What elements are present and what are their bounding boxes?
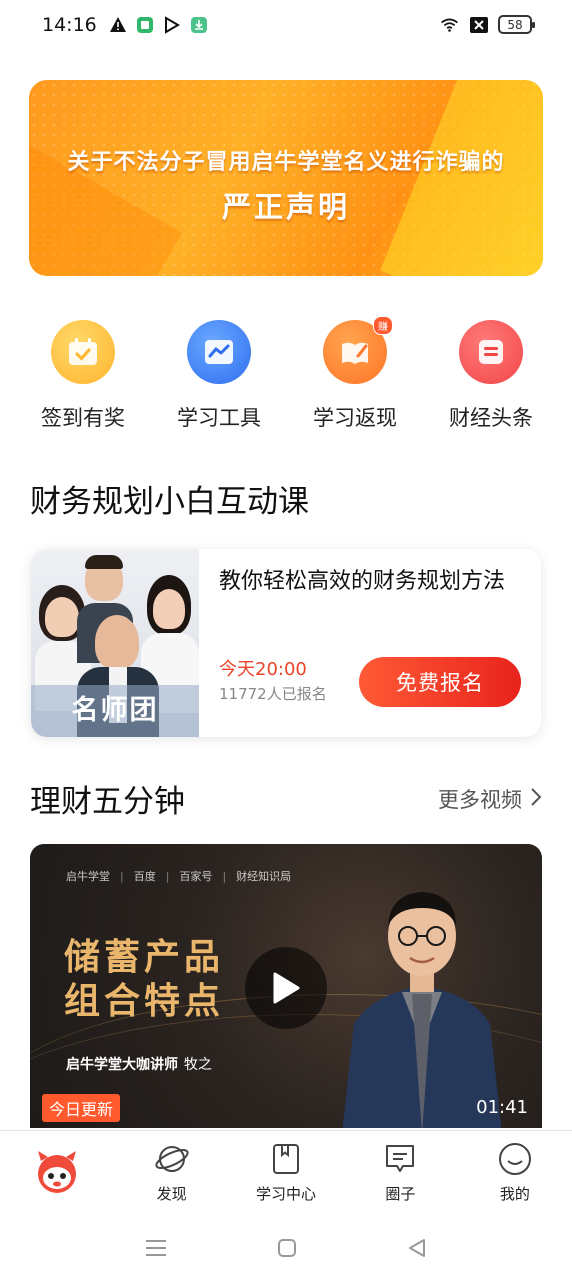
mascot-icon <box>38 1151 77 1193</box>
video-headline-line: 储蓄产品 <box>64 937 225 978</box>
news-icon <box>459 320 523 384</box>
tab-label: 学习中心 <box>256 1185 317 1203</box>
battery-level: 58 <box>507 17 523 32</box>
quick-link-label: 学习返现 <box>313 406 397 430</box>
tab-label: 我的 <box>499 1185 530 1203</box>
play-store-icon <box>162 15 181 34</box>
video-headline: 储蓄产品 组合特点 <box>64 936 224 1024</box>
tab-label: 发现 <box>156 1185 187 1203</box>
more-videos-label: 更多视频 <box>438 788 522 812</box>
smile-icon <box>498 1143 531 1175</box>
quick-links: 签到有奖 学习工具 赚 学习返现 财经头条 <box>17 316 557 432</box>
video-speaker: 牧之 <box>184 1057 212 1073</box>
course-time: 今天20:00 <box>219 659 307 680</box>
teachers-photo: 名师团 <box>31 549 199 737</box>
system-nav-bar <box>0 1220 572 1280</box>
tab-circle[interactable]: 圈子 <box>343 1131 457 1220</box>
home-square-icon[interactable] <box>277 1238 297 1262</box>
bottom-tab-bar: 发现 学习中心 圈子 我的 <box>0 1130 572 1220</box>
announcement-banner[interactable]: 关于不法分子冒用启牛学堂名义进行诈骗的 严正声明 <box>29 80 543 276</box>
course-title: 教你轻松高效的财务规划方法 <box>219 569 506 594</box>
today-update-badge: 今日更新 <box>42 1094 121 1122</box>
notebook-pen-icon: 赚 <box>323 316 393 384</box>
back-triangle-icon[interactable] <box>407 1238 427 1262</box>
quick-link-tools[interactable]: 学习工具 <box>153 320 285 432</box>
tab-label: 圈子 <box>385 1185 416 1203</box>
brand-label: 启牛学堂 <box>66 870 110 883</box>
tab-home[interactable] <box>0 1131 114 1220</box>
quick-link-label: 财经头条 <box>449 406 533 430</box>
course-enrollment-count: 11772人已报名 <box>219 685 327 703</box>
brand-label: 百家号 <box>179 870 213 883</box>
play-button[interactable] <box>245 947 327 1029</box>
quick-link-checkin[interactable]: 签到有奖 <box>17 320 149 432</box>
video-card[interactable]: 启牛学堂 | 百度 | 百家号 | 财经知识局 储蓄产品 组合特点 启牛学堂大咖… <box>30 844 542 1128</box>
video-headline-line: 组合特点 <box>64 981 225 1022</box>
free-signup-button[interactable]: 免费报名 <box>359 657 521 707</box>
section-title-video: 理财五分钟 <box>30 784 185 820</box>
video-caption: 启牛学堂大咖讲师 牧之 <box>66 1054 212 1074</box>
calendar-check-icon <box>51 320 115 384</box>
quick-link-label: 签到有奖 <box>41 406 125 430</box>
team-tag: 名师团 <box>31 685 199 737</box>
warning-icon <box>108 15 127 34</box>
wifi-icon <box>440 15 459 34</box>
status-bar: 14:16 58 <box>0 0 572 52</box>
more-videos-link[interactable]: 更多视频 <box>438 784 542 814</box>
presenter-image <box>342 892 502 1128</box>
banner-title: 关于不法分子冒用启牛学堂名义进行诈骗的 <box>67 150 505 175</box>
earn-badge: 赚 <box>373 316 393 335</box>
play-icon <box>273 972 300 1004</box>
chevron-right-icon <box>530 787 542 812</box>
quick-link-cashback[interactable]: 赚 学习返现 <box>289 316 421 432</box>
section-title-course: 财务规划小白互动课 <box>30 484 309 520</box>
tab-mine[interactable]: 我的 <box>458 1131 572 1220</box>
status-time: 14:16 <box>42 14 97 36</box>
chart-line-icon <box>187 320 251 384</box>
chat-icon <box>386 1145 415 1172</box>
banner-subtitle: 严正声明 <box>221 190 350 224</box>
battery-icon: 58 <box>498 15 535 34</box>
brand-label: 百度 <box>133 870 156 883</box>
book-icon <box>273 1144 300 1174</box>
brand-row: 启牛学堂 | 百度 | 百家号 | 财经知识局 <box>66 869 292 884</box>
tab-discover[interactable]: 发现 <box>114 1131 228 1220</box>
quick-link-news[interactable]: 财经头条 <box>425 320 557 432</box>
menu-icon[interactable] <box>145 1238 167 1262</box>
tab-learning-center[interactable]: 学习中心 <box>229 1131 343 1220</box>
quick-link-label: 学习工具 <box>177 406 261 430</box>
app-badge-icon <box>135 15 154 34</box>
course-card[interactable]: 名师团 教你轻松高效的财务规划方法 今天20:00 11772人已报名 免费报名 <box>31 549 541 737</box>
video-duration: 01:41 <box>476 1097 528 1118</box>
video-caption-title: 启牛学堂大咖讲师 <box>66 1057 178 1073</box>
no-sim-icon <box>469 15 488 34</box>
brand-label: 财经知识局 <box>236 870 292 883</box>
planet-icon <box>154 1146 189 1172</box>
download-icon <box>189 15 208 34</box>
